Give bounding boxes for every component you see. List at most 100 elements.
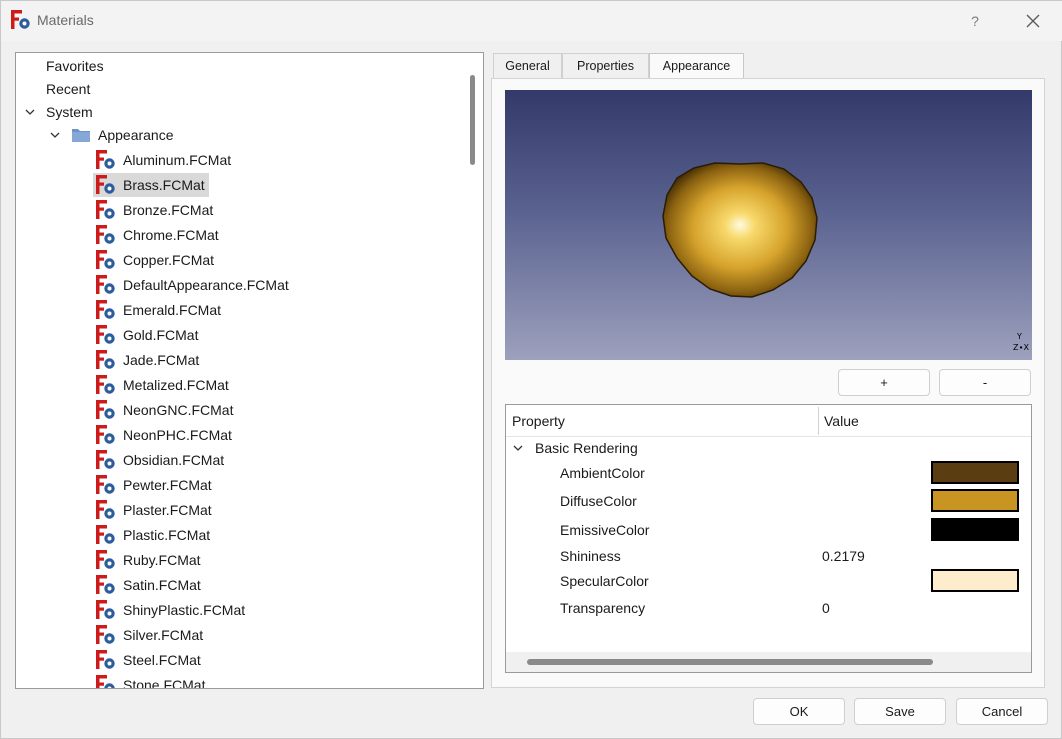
property-row[interactable]: Transparency 0 [506,595,1031,621]
help-button[interactable]: ? [961,9,989,33]
property-name: AmbientColor [560,465,645,481]
material-item-label: ShinyPlastic.FCMat [123,602,246,618]
material-item-label: Chrome.FCMat [123,227,219,243]
material-file-icon [96,575,116,595]
tree-item-label: Favorites [46,58,104,74]
material-item-label: NeonGNC.FCMat [123,402,234,418]
property-row[interactable]: DiffuseColor [506,488,1031,514]
window-title: Materials [37,12,94,28]
add-button[interactable]: + [838,369,930,396]
tree-item-recent[interactable]: Recent [46,77,90,101]
materials-dialog: Materials ? Favorites Recent System Appe… [0,0,1062,739]
material-item[interactable]: Ruby.FCMat [93,548,205,572]
material-item[interactable]: Obsidian.FCMat [93,448,228,472]
ok-button[interactable]: OK [753,698,845,725]
material-item-label: Satin.FCMat [123,577,201,593]
material-item-label: Brass.FCMat [123,177,205,193]
tree-item-appearance-folder[interactable]: Appearance [98,123,174,147]
material-item-label: Bronze.FCMat [123,202,214,218]
tab-properties[interactable]: Properties [562,53,649,78]
material-file-icon [96,600,116,620]
property-name: DiffuseColor [560,493,637,509]
material-item[interactable]: Brass.FCMat [93,173,209,197]
material-item-label: Metalized.FCMat [123,377,229,393]
material-item[interactable]: Bronze.FCMat [93,198,217,222]
property-value[interactable]: 0 [822,595,830,621]
material-item-label: Copper.FCMat [123,252,215,268]
tab-general[interactable]: General [493,53,562,78]
color-swatch[interactable] [931,518,1019,541]
group-label: Basic Rendering [535,440,638,456]
folder-icon [72,129,90,142]
material-item[interactable]: Steel.FCMat [93,648,205,672]
header-value: Value [824,413,859,429]
property-row[interactable]: Shininess 0.2179 [506,543,1031,569]
color-swatch[interactable] [931,489,1019,512]
tree-item-favorites[interactable]: Favorites [46,54,104,78]
material-item-label: Silver.FCMat [123,627,204,643]
property-table[interactable]: Property Value Basic Rendering AmbientCo… [505,404,1032,673]
material-tree[interactable]: Favorites Recent System Appearance Alumi… [15,52,484,689]
material-item[interactable]: DefaultAppearance.FCMat [93,273,293,297]
property-row[interactable]: EmissiveColor [506,517,1031,543]
material-item[interactable]: Metalized.FCMat [93,373,233,397]
color-swatch[interactable] [931,569,1019,592]
material-preview-viewer[interactable]: Y Z∙X [505,90,1032,360]
material-file-icon [96,625,116,645]
material-item[interactable]: Plastic.FCMat [93,523,214,547]
chevron-down-icon[interactable] [48,128,62,142]
material-file-icon [96,200,116,220]
material-item-label: Plastic.FCMat [123,527,211,543]
material-file-icon [96,475,116,495]
group-row-basic-rendering[interactable]: Basic Rendering [506,435,1031,461]
cancel-button[interactable]: Cancel [956,698,1048,725]
material-item[interactable]: Gold.FCMat [93,323,202,347]
material-item[interactable]: Satin.FCMat [93,573,205,597]
property-row[interactable]: SpecularColor [506,568,1031,594]
material-item[interactable]: NeonGNC.FCMat [93,398,237,422]
property-table-hscrollbar[interactable] [506,652,1031,672]
material-file-icon [96,275,116,295]
material-item-label: Jade.FCMat [123,352,200,368]
property-name: SpecularColor [560,573,649,589]
axis-y-label: Y [1017,332,1022,341]
material-file-icon [96,375,116,395]
tree-item-label: Recent [46,81,91,97]
property-value[interactable]: 0.2179 [822,543,865,569]
material-item[interactable]: Stone.FCMat [93,673,209,689]
material-item-label: Obsidian.FCMat [123,452,225,468]
material-item[interactable]: Emerald.FCMat [93,298,225,322]
property-row[interactable]: AmbientColor [506,460,1031,486]
material-item[interactable]: Silver.FCMat [93,623,207,647]
save-button[interactable]: Save [854,698,946,725]
remove-button[interactable]: - [939,369,1031,396]
header-divider [818,407,819,435]
material-file-icon [96,675,116,688]
material-item[interactable]: Jade.FCMat [93,348,203,372]
material-item[interactable]: Chrome.FCMat [93,223,223,247]
material-item[interactable]: Copper.FCMat [93,248,218,272]
material-file-icon [96,325,116,345]
material-file-icon [96,175,116,195]
tree-scrollbar[interactable] [470,75,475,165]
hscroll-thumb[interactable] [527,659,933,665]
material-file-icon [96,150,116,170]
material-file-icon [96,350,116,370]
tab-appearance[interactable]: Appearance [649,53,744,79]
close-icon[interactable] [1019,9,1047,33]
chevron-down-icon[interactable] [23,105,37,119]
material-item[interactable]: Pewter.FCMat [93,473,216,497]
material-item[interactable]: ShinyPlastic.FCMat [93,598,249,622]
material-item[interactable]: NeonPHC.FCMat [93,423,236,447]
chevron-down-icon[interactable] [511,441,525,455]
material-item[interactable]: Plaster.FCMat [93,498,216,522]
color-swatch[interactable] [931,461,1019,484]
material-item-label: Steel.FCMat [123,652,201,668]
material-item-label: Gold.FCMat [123,327,199,343]
material-item-label: Stone.FCMat [123,677,206,689]
material-item-label: Plaster.FCMat [123,502,212,518]
material-item[interactable]: Aluminum.FCMat [93,148,235,172]
tree-item-system[interactable]: System [46,100,93,124]
material-file-icon [96,250,116,270]
tree-item-label: Appearance [98,127,174,143]
